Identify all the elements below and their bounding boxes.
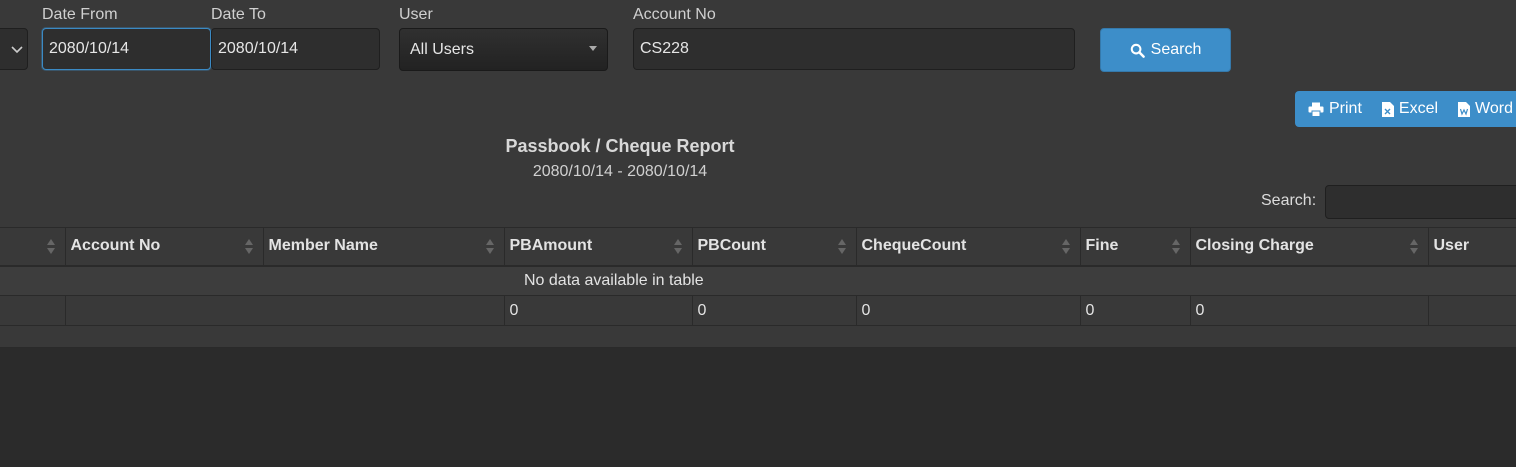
user-select-value: All Users <box>410 41 475 58</box>
sort-icon <box>46 239 55 255</box>
print-icon <box>1308 102 1324 117</box>
caret-down-icon <box>589 46 597 51</box>
sort-icon <box>837 239 846 255</box>
total-pbcount: 0 <box>692 295 857 326</box>
report-date-range: 2080/10/14 - 2080/10/14 <box>532 163 708 180</box>
sort-icon <box>1171 239 1180 255</box>
left-dropdown[interactable] <box>0 28 28 70</box>
column-header-account-no[interactable]: Account No <box>65 227 264 267</box>
table-header-row: Account No Member Name PBAmount PBCount … <box>0 227 1516 267</box>
sort-icon <box>244 239 253 255</box>
chevron-down-icon <box>11 46 23 54</box>
account-no-field[interactable]: CS228 <box>633 28 1075 70</box>
date-to-label: Date To <box>211 6 266 23</box>
column-header-pbcount[interactable]: PBCount <box>692 227 857 267</box>
column-header-user[interactable]: User <box>1428 227 1516 267</box>
date-from-field[interactable]: 2080/10/14 <box>42 28 211 70</box>
sort-icon <box>673 239 682 255</box>
print-button[interactable]: Print <box>1308 100 1362 118</box>
search-button[interactable]: Search <box>1100 28 1231 72</box>
word-file-icon <box>1458 101 1471 117</box>
excel-label: Excel <box>1398 100 1439 117</box>
table-totals-row: 0 0 0 0 0 <box>0 295 1516 326</box>
column-header-index[interactable] <box>0 227 66 267</box>
export-toolbar: Print Excel Word <box>1295 91 1516 127</box>
column-header-fine[interactable]: Fine <box>1080 227 1191 267</box>
date-from-label: Date From <box>42 6 118 23</box>
total-pbamount: 0 <box>504 295 693 326</box>
report-panel: Date From 2080/10/14 Date To 2080/10/14 … <box>0 0 1516 348</box>
account-no-label: Account No <box>633 6 716 23</box>
user-label: User <box>399 6 433 23</box>
total-chequecount: 0 <box>856 295 1081 326</box>
table-search-label: Search: <box>1261 192 1317 209</box>
excel-file-icon <box>1381 101 1394 117</box>
total-cell <box>0 295 66 326</box>
excel-button[interactable]: Excel <box>1381 100 1439 118</box>
word-label: Word <box>1475 100 1513 117</box>
table-search-input[interactable] <box>1325 185 1516 219</box>
sort-icon <box>1061 239 1070 255</box>
report-title: Passbook / Cheque Report <box>505 136 735 156</box>
total-user <box>1428 295 1516 326</box>
sort-icon <box>1409 239 1418 255</box>
column-header-member-name[interactable]: Member Name <box>263 227 505 267</box>
column-header-chequecount[interactable]: ChequeCount <box>856 227 1081 267</box>
table-row-empty: No data available in table <box>0 265 1516 296</box>
report-table: Account No Member Name PBAmount PBCount … <box>0 227 1516 348</box>
column-header-closing-charge[interactable]: Closing Charge <box>1190 227 1429 267</box>
empty-message: No data available in table <box>0 265 1080 296</box>
word-button[interactable]: Word <box>1458 100 1513 118</box>
date-to-field[interactable]: 2080/10/14 <box>211 28 380 70</box>
sort-icon <box>485 239 494 255</box>
search-button-label: Search <box>1150 41 1202 58</box>
table-spacer-row <box>0 326 1516 348</box>
search-icon <box>1130 43 1145 58</box>
column-header-pbamount[interactable]: PBAmount <box>504 227 693 267</box>
total-cell <box>65 295 263 326</box>
user-select[interactable]: All Users <box>399 28 608 71</box>
print-label: Print <box>1329 100 1362 117</box>
total-cell <box>263 295 505 326</box>
total-closing-charge: 0 <box>1190 295 1429 326</box>
total-fine: 0 <box>1080 295 1191 326</box>
